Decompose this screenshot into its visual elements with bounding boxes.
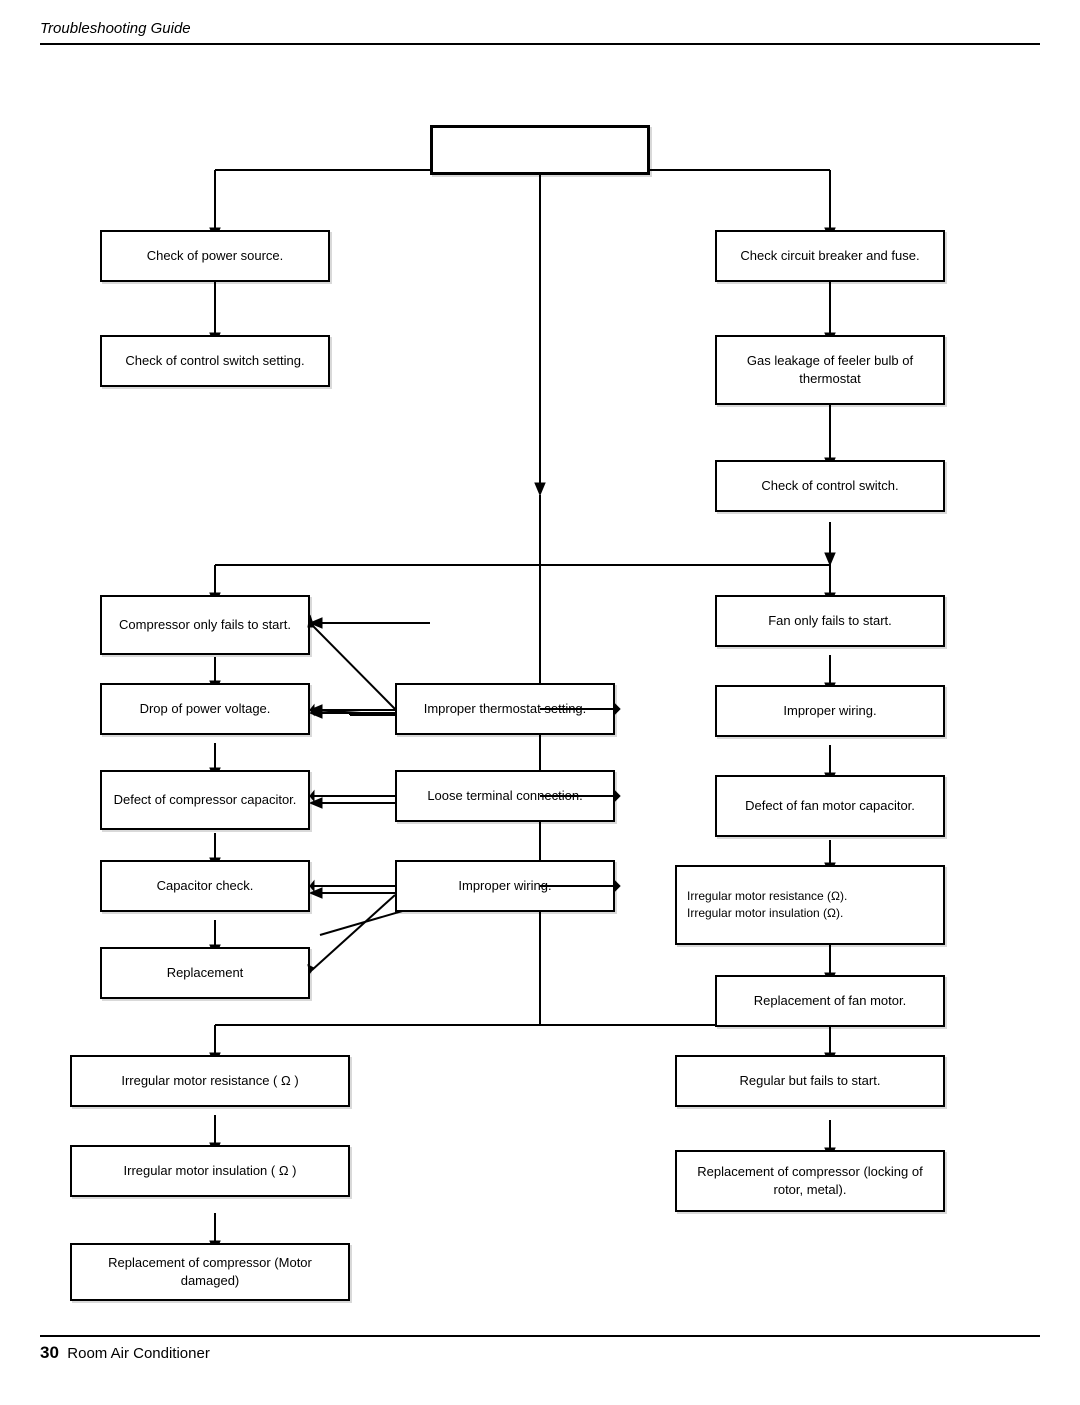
box-irregular-insulation-bottom: Irregular motor insulation ( Ω ) [70, 1145, 350, 1197]
box-replacement: Replacement [100, 947, 310, 999]
box-check-control-switch2: Check of control switch. [715, 460, 945, 512]
box-irregular-fan: Irregular motor resistance (Ω). Irregula… [675, 865, 945, 945]
footer-text: 30 Room Air Conditioner [40, 1343, 210, 1363]
box-check-power: Check of power source. [100, 230, 330, 282]
box-replacement-compressor-bottom: Replacement of compressor (Motor damaged… [70, 1243, 350, 1301]
box-improper-wiring-fan: Improper wiring. [715, 685, 945, 737]
box-check-control-switch: Check of control switch setting. [100, 335, 330, 387]
header: Troubleshooting Guide [40, 20, 1040, 45]
box-defect-fan-motor-cap: Defect of fan motor capacitor. [715, 775, 945, 837]
box-defect-compressor-cap: Defect of compressor capacitor. [100, 770, 310, 830]
box-check-circuit: Check circuit breaker and fuse. [715, 230, 945, 282]
box-replacement-fan-motor: Replacement of fan motor. [715, 975, 945, 1027]
box-irregular-resistance-bottom: Irregular motor resistance ( Ω ) [70, 1055, 350, 1107]
page: Troubleshooting Guide [0, 0, 1080, 1405]
box-regular-but-fails: Regular but fails to start. [675, 1055, 945, 1107]
box-fan-fails: Fan only fails to start. [715, 595, 945, 647]
box-improper-thermostat: Improper thermostat setting. [395, 683, 615, 735]
box-gas-leakage: Gas leakage of feeler bulb of thermostat [715, 335, 945, 405]
box-fails-to-start [430, 125, 650, 175]
box-replacement-compressor-right: Replacement of compressor (locking of ro… [675, 1150, 945, 1212]
box-loose-terminal: Loose terminal connection. [395, 770, 615, 822]
box-drop-voltage: Drop of power voltage. [100, 683, 310, 735]
box-improper-wiring-mid: Improper wiring. [395, 860, 615, 912]
header-title: Troubleshooting Guide [40, 20, 191, 37]
footer: 30 Room Air Conditioner [40, 1335, 1040, 1363]
box-compressor-fails: Compressor only fails to start. [100, 595, 310, 655]
flowchart: Check of power source. Check of control … [40, 65, 1040, 1315]
box-capacitor-check: Capacitor check. [100, 860, 310, 912]
